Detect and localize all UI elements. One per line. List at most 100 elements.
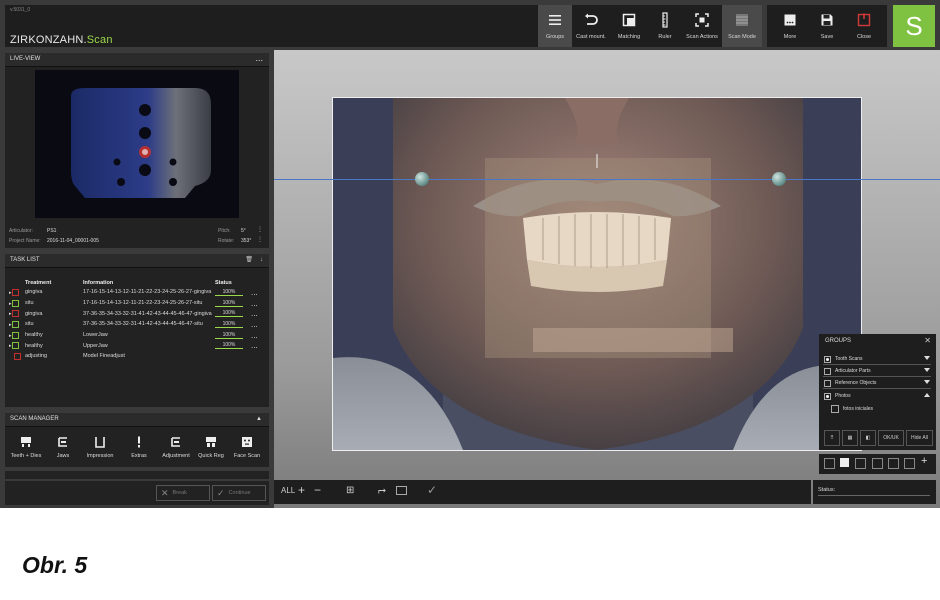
task-list-panel: TASK LIST 🗑 ↓ Treatment Information Stat… <box>5 254 269 407</box>
pitch-stepper[interactable]: ⋮ <box>257 226 263 233</box>
task-list-title: TASK LIST <box>10 257 40 263</box>
table-row[interactable]: ▸ healthy LowerJaw 100% ... <box>9 330 265 341</box>
more-icon <box>781 11 799 29</box>
save-label: Save <box>820 34 834 40</box>
group-item-reference-objects[interactable]: Reference Objects <box>823 379 931 389</box>
break-label: Break <box>172 490 187 496</box>
matching-button[interactable]: Matching <box>611 5 647 47</box>
row-menu-button[interactable]: ... <box>251 319 265 330</box>
row-menu-button[interactable]: ... <box>251 287 265 298</box>
table-row[interactable]: ▸ gingiva 37-36-35-34-33-32-31-41-42-43-… <box>9 308 265 319</box>
group-item-tooth-scans[interactable]: Tooth Scans <box>823 355 931 365</box>
row-checkbox[interactable] <box>14 352 21 360</box>
row-menu-button[interactable]: ... <box>251 330 265 341</box>
group-item-articulator-parts[interactable]: Articulator Parts <box>823 367 931 377</box>
row-checkbox[interactable] <box>11 320 19 328</box>
save-button[interactable]: Save <box>810 5 844 47</box>
break-button[interactable]: ✕ Break <box>156 485 210 501</box>
row-checkbox[interactable] <box>11 288 19 296</box>
rotate-stepper[interactable]: ⋮ <box>257 236 263 243</box>
table-row[interactable]: ▸ situ 17-16-15-14-13-12-11-21-22-23-24-… <box>9 298 265 309</box>
ok-uk-button[interactable]: OK/UK <box>878 430 904 446</box>
impression-button[interactable]: Impression <box>83 435 117 459</box>
scan-actions-button[interactable]: Scan Actions <box>683 5 721 47</box>
minus-icon[interactable]: − <box>314 483 321 497</box>
row-menu-button[interactable]: ... <box>251 340 265 351</box>
live-view-camera-feed <box>35 70 239 218</box>
group-checkbox[interactable] <box>824 368 831 375</box>
rotate-label: Rotate: <box>218 238 235 244</box>
selection-grid-icon[interactable]: ⊞ <box>346 485 354 496</box>
face-scan-button[interactable]: Face Scan <box>232 435 262 459</box>
application-window: v.5031_0 ZIRKONZAHN.Scan Groups Cast mou… <box>0 0 940 508</box>
select-all-button[interactable]: ALL <box>281 486 295 495</box>
row-menu-button[interactable]: ... <box>251 298 265 309</box>
sub-item-checkbox[interactable] <box>831 405 839 413</box>
view-top-icon[interactable] <box>872 458 883 469</box>
left-reference-handle[interactable] <box>415 172 429 186</box>
view-left-icon[interactable] <box>824 458 835 469</box>
right-reference-handle[interactable] <box>772 172 786 186</box>
axis-icon[interactable]: ⮣ <box>378 485 386 496</box>
jaws-icon <box>56 435 70 449</box>
confirm-check-icon[interactable]: ✓ <box>427 483 437 497</box>
impression-icon <box>93 435 107 449</box>
contrast-button[interactable]: ◧ <box>860 430 876 446</box>
scan-mode-icon <box>733 11 751 29</box>
view-right-icon[interactable] <box>855 458 866 469</box>
row-checkbox[interactable] <box>11 331 19 339</box>
table-row[interactable]: ▸ gingiva 17-16-15-14-13-12-11-21-22-23-… <box>9 287 265 298</box>
scan-mode-button[interactable]: Scan Mode <box>722 5 762 47</box>
row-information: Model Fineadjust <box>83 353 125 360</box>
chevron-down-icon[interactable] <box>924 368 930 372</box>
cast-mount-button[interactable]: Cast mount. <box>573 5 609 47</box>
grid-dots-button[interactable]: ⠿ <box>824 430 840 446</box>
chevron-down-icon[interactable] <box>924 380 930 384</box>
break-icon: ✕ <box>161 487 169 498</box>
group-item-photos[interactable]: Photos <box>823 392 931 401</box>
pitch-value: 5° <box>241 228 246 234</box>
extras-button[interactable]: Extras <box>127 435 151 459</box>
more-button[interactable]: More <box>773 5 807 47</box>
chevron-up-icon[interactable] <box>924 393 930 397</box>
jaws-button[interactable]: Jaws <box>51 435 75 459</box>
grid-button[interactable]: ▦ <box>842 430 858 446</box>
group-checkbox[interactable] <box>824 356 831 363</box>
trash-icon[interactable]: 🗑 <box>245 254 253 267</box>
table-row[interactable]: ▸ situ 37-36-35-34-33-32-31-41-42-43-44-… <box>9 319 265 330</box>
continue-button[interactable]: ✓ Continue <box>212 485 266 501</box>
groups-close-icon[interactable]: ✕ <box>924 336 931 345</box>
adjustment-button[interactable]: Adjustment <box>157 435 195 459</box>
collapse-icon[interactable]: ▲ <box>256 413 262 426</box>
live-view-menu-button[interactable]: ... <box>255 52 263 65</box>
hide-all-button[interactable]: Hide All <box>906 430 933 446</box>
groups-button[interactable]: Groups <box>538 5 572 47</box>
add-view-icon[interactable]: + <box>921 455 927 467</box>
grid-dots-icon: ⠿ <box>830 435 834 441</box>
view-bottom-icon[interactable] <box>888 458 899 469</box>
view-back-icon[interactable] <box>904 458 915 469</box>
row-menu-button[interactable]: ... <box>251 308 265 319</box>
box-select-icon[interactable] <box>396 486 407 495</box>
close-button[interactable]: Close <box>847 5 881 47</box>
table-row[interactable]: adjusting Model Fineadjust <box>9 351 265 362</box>
row-checkbox[interactable] <box>11 299 19 307</box>
download-icon[interactable]: ↓ <box>260 254 263 267</box>
group-checkbox[interactable] <box>824 380 831 387</box>
row-checkbox[interactable] <box>11 310 19 318</box>
plus-icon[interactable]: + <box>298 483 305 497</box>
quick-reg-button[interactable]: Quick Reg <box>196 435 226 459</box>
view-tools-bar: + <box>819 454 936 474</box>
group-checkbox[interactable] <box>824 393 831 400</box>
view-front-icon[interactable] <box>840 458 849 467</box>
teeth-dies-button[interactable]: Teeth + Dies <box>9 435 43 459</box>
s-app-button[interactable]: S <box>893 5 935 47</box>
status-progress-bar <box>818 495 930 496</box>
row-checkbox[interactable] <box>11 342 19 350</box>
group-label: Photos <box>835 393 851 399</box>
face-photo-overlay[interactable] <box>332 97 862 451</box>
chevron-down-icon[interactable] <box>924 356 930 360</box>
table-row[interactable]: ▸ healthy UpperJaw 100% ... <box>9 340 265 351</box>
ruler-button[interactable]: Ruler <box>650 5 680 47</box>
scan-manager-header[interactable]: SCAN MANAGER ▲ <box>5 413 269 427</box>
